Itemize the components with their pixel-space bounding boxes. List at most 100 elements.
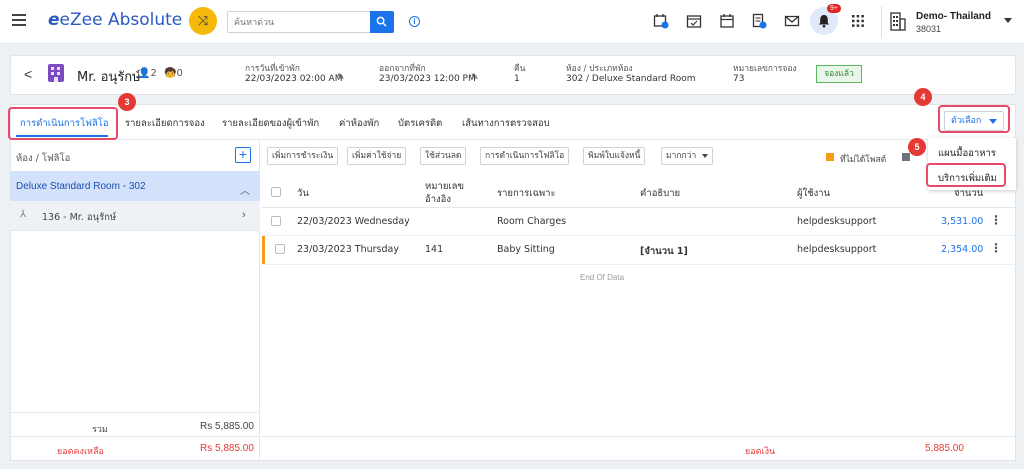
info-icon[interactable]: i (409, 16, 420, 27)
total-value: Rs 5,885.00 (200, 421, 254, 432)
divider (10, 412, 260, 413)
chevron-down-icon (702, 153, 709, 158)
row-ref: 141 (425, 244, 444, 255)
search-icon (376, 16, 387, 27)
nights-value: 1 (514, 74, 520, 84)
mail-icon[interactable] (784, 13, 800, 29)
arrival-value: 22/03/2023 02:00 AM (245, 74, 343, 84)
tab-guest-details[interactable]: รายละเอียดของผู้เข้าพัก (222, 116, 319, 131)
tab-audit-trail[interactable]: เส้นทางการตรวจสอบ (462, 116, 550, 131)
more-vert-icon[interactable]: ⋮ (990, 213, 1002, 227)
arrival-label: การวันที่เข้าพัก (245, 64, 300, 74)
row-user: helpdesksupport (797, 244, 877, 255)
col-particulars[interactable]: รายการเฉพาะ (497, 186, 556, 201)
highlight-folio-tab (8, 107, 118, 140)
more-vert-icon[interactable]: ⋮ (990, 241, 1002, 255)
row-user: helpdesksupport (797, 216, 877, 227)
row-date: 22/03/2023 Wednesday (297, 216, 410, 227)
row-checkbox[interactable] (271, 216, 281, 226)
col-user[interactable]: ผู้ใช้งาน (797, 186, 830, 201)
pax-count: 👤2 🧒0 (138, 68, 183, 79)
divider (262, 264, 1016, 265)
balance-label: ยอดเงิน (745, 447, 776, 457)
building-icon (890, 12, 906, 31)
search-button[interactable] (370, 11, 394, 33)
back-arrow-icon[interactable]: < (24, 66, 32, 82)
chevron-up-icon[interactable]: ︿ (240, 182, 250, 197)
highlight-options (938, 105, 1010, 133)
folio-operations-button[interactable]: การดำเนินการโฟลิโอ (480, 147, 570, 165)
menu-icon[interactable] (12, 14, 26, 26)
search-input[interactable] (228, 12, 368, 32)
col-ref-line2: อ้างอิง (425, 194, 452, 205)
guest-name: Mr. อนุรักษ์ (77, 70, 141, 85)
reservation-number: 73 (733, 74, 745, 84)
add-charge-button[interactable]: เพิ่มค่าใช้จ่าย (347, 147, 407, 165)
split-icon: ⅄ (20, 209, 27, 220)
tab-credit-card[interactable]: บัตรเครดิต (398, 116, 442, 131)
select-all-checkbox[interactable] (271, 187, 281, 197)
tab-room-charges[interactable]: ค่าห้องพัก (339, 116, 379, 131)
more-dropdown[interactable]: มากกว่า (661, 147, 714, 165)
edit-departure-icon[interactable]: ✎ (471, 73, 479, 83)
calendar-icon[interactable] (719, 13, 735, 29)
departure-label: ออกจากที่พัก (379, 64, 426, 74)
folio-icon (48, 64, 64, 82)
add-payment-button[interactable]: เพิ่มการชำระเงิน (267, 147, 339, 165)
unposted-legend-swatch (826, 153, 834, 161)
room-group-label: Deluxe Standard Room - 302 (16, 181, 146, 192)
menu-item-meal-plan[interactable]: แผนมื้ออาหาร (938, 146, 996, 161)
edit-arrival-icon[interactable]: ✎ (337, 73, 345, 83)
reservation-label: หมายเลขการจอง (733, 64, 797, 74)
unposted-legend-label: ที่ไม่ได้โพสต์ (840, 155, 887, 165)
highlight-extra-services (926, 163, 1006, 187)
calendar-check-icon[interactable] (686, 13, 702, 29)
hotel-code: 38031 (916, 24, 942, 34)
apps-grid-icon[interactable] (852, 15, 864, 27)
row-amount[interactable]: 3,531.00 (941, 216, 983, 227)
print-invoice-button[interactable]: พิมพ์ใบแจ้งหนี้ (583, 147, 646, 165)
divider (262, 235, 1016, 236)
row-particulars: Room Charges (497, 216, 567, 227)
step-marker-3: 3 (118, 93, 136, 111)
chevron-down-icon[interactable] (1004, 18, 1012, 23)
step-marker-4: 4 (914, 88, 932, 106)
hotel-name[interactable]: Demo- Thailand (916, 11, 991, 22)
row-amount[interactable]: 2,354.00 (941, 244, 983, 255)
tab-reservation-details[interactable]: รายละเอียดการจอง (125, 116, 205, 131)
total-label: รวม (92, 425, 108, 435)
panel-title: ห้อง / โฟลิโอ (16, 153, 71, 164)
row-date: 23/03/2023 Thursday (297, 244, 399, 255)
apply-discount-button[interactable]: ใช้ส่วนลด (420, 147, 467, 165)
shuffle-icon[interactable]: ⤨ (189, 7, 217, 35)
divider (10, 436, 260, 437)
more-label: มากกว่า (666, 151, 697, 161)
child-icon: 🧒 (164, 68, 177, 79)
divider (262, 436, 1016, 437)
col-description[interactable]: คำอธิบาย (640, 186, 680, 201)
invoice-icon[interactable] (751, 13, 767, 29)
app-logo[interactable]: eeZee Absolute (48, 10, 182, 30)
end-of-data-text: End Of Data (580, 273, 625, 282)
child-count: 0 (176, 68, 183, 79)
logo-mark: e (48, 10, 60, 30)
row-description: [จำนวน 1] (640, 246, 688, 257)
chevron-right-icon[interactable]: › (242, 209, 246, 221)
col-date[interactable]: วัน (297, 186, 309, 201)
status-badge: จองแล้ว (816, 65, 862, 83)
add-folio-button[interactable]: + (235, 147, 251, 163)
departure-value: 23/03/2023 12:00 PM (379, 74, 476, 84)
calendar-add-icon[interactable] (653, 13, 669, 29)
search-box (227, 11, 394, 33)
legend-swatch-gray (902, 153, 910, 161)
balance-label: ยอดคงเหลือ (57, 447, 104, 457)
logo-text: eZee Absolute (59, 10, 183, 30)
balance-value: 5,885.00 (925, 443, 964, 454)
divider (881, 6, 882, 38)
row-checkbox[interactable] (275, 244, 285, 254)
adult-count: 2 (150, 68, 157, 79)
notification-badge: 9+ (827, 4, 841, 13)
row-particulars: Baby Sitting (497, 244, 555, 255)
divider (262, 207, 1016, 208)
bell-icon (818, 15, 830, 28)
